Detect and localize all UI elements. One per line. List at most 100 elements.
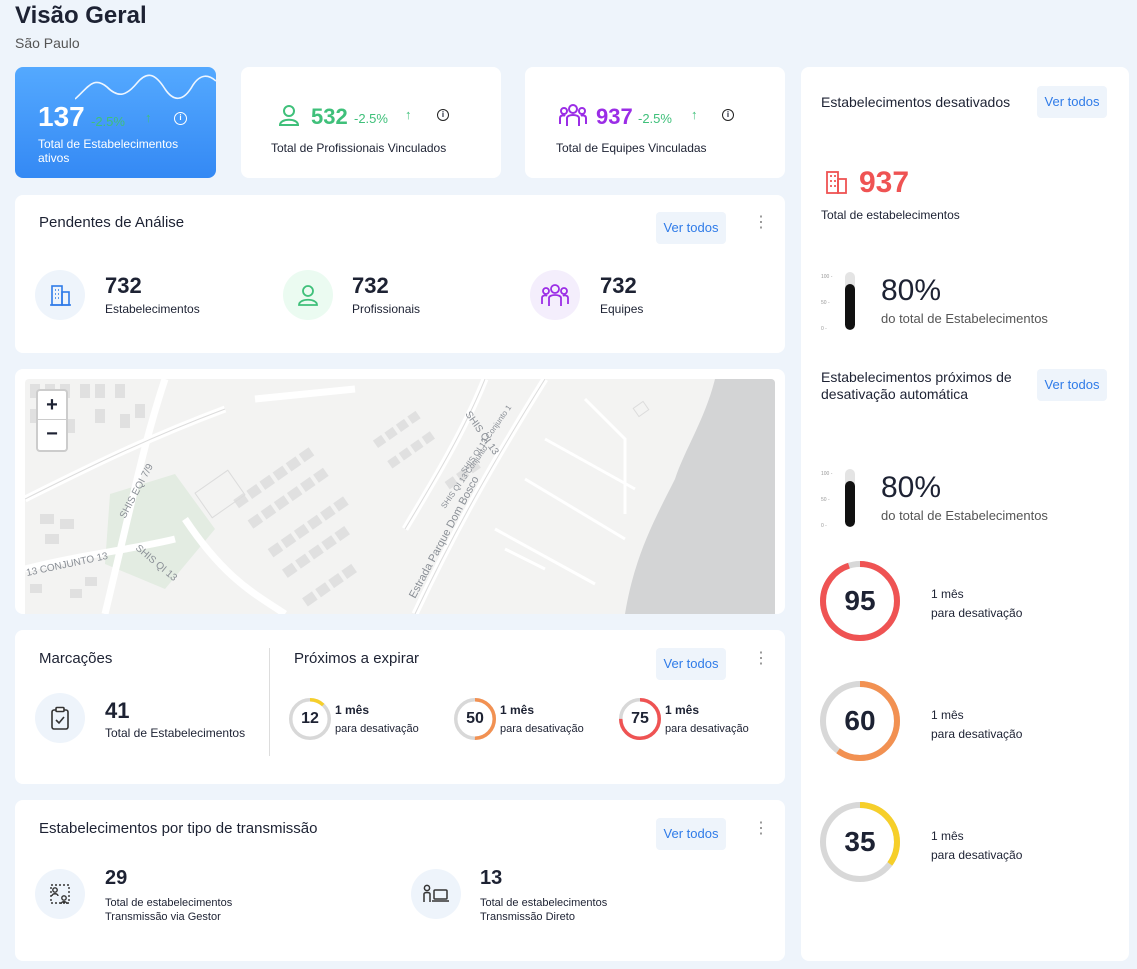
deactivation-ring-item: 95 1 mês para desativação [820,561,1110,641]
transmissao-label: Total de estabelecimentos Transmissão Di… [480,896,607,924]
stat-value: 137 [38,101,85,132]
gauge-fill [845,480,855,527]
info-icon[interactable]: i [437,109,449,121]
marcacoes-card: Marcações 41 Total de Estabelecimentos P… [15,630,785,784]
gauge-axis: 100 - 50 - 0 - [821,264,832,342]
percent-label: do total de Estabelecimentos [881,508,1048,523]
gestor-icon-circle [35,869,85,919]
ring-line2: para desativação [335,723,419,735]
stat-card-profissionais: 532 -2.5% ↑ i Total de Profissionais Vin… [241,67,501,178]
gauge-axis: 100 - 50 - 0 - [821,461,832,539]
team-icon [559,104,587,126]
building-icon-circle [35,270,85,320]
ring-value: 50 [466,710,484,727]
gauge-fill [845,283,855,330]
stat-label: Total de Estabelecimentos ativos [38,137,179,165]
chart-wave-icon [75,74,216,100]
ring-line1: 1 mês [665,703,700,717]
axis-tick: 50 - [821,300,830,306]
page-title: Visão Geral [15,2,147,29]
stat-delta: -2.5% [354,111,388,126]
ring-line1: 1 mês [335,703,370,717]
section-title: Marcações [39,650,113,667]
user-icon [278,105,300,126]
ring-line2: para desativação [500,723,584,735]
pendentes-value: 732 [352,273,389,298]
stat-delta: -2.5% [91,114,125,129]
transmissao-label: Total de estabelecimentos Transmissão vi… [105,896,232,924]
stat-card-estabelecimentos: 137 -2.5% ↑ i Total de Estabelecimentos … [15,67,216,178]
info-icon[interactable]: i [174,112,187,125]
ring-value: 60 [844,705,876,736]
stat-delta: -2.5% [638,111,672,126]
axis-tick: 0 - [821,326,827,332]
stat-value: 937 [596,104,633,129]
arrow-up-icon: ↑ [691,107,698,122]
ver-todos-button[interactable]: Ver todos [1037,369,1107,401]
ring-line2: para desativação [665,723,749,735]
info-icon[interactable]: i [722,109,734,121]
transmissao-value: 29 [105,867,128,889]
section-title: Estabelecimentos próximos de desativação… [821,369,1012,402]
zoom-in-button[interactable]: + [38,391,66,420]
pendentes-label: Equipes [600,302,644,316]
ring-line1: 1 mês [500,703,535,717]
arrow-up-icon: ↑ [145,110,152,125]
deactivation-ring-item: 35 1 mês para desativação [820,802,1110,882]
team-icon [541,284,569,306]
transmissao-card: Estabelecimentos por tipo de transmissão… [15,800,785,961]
more-options-icon[interactable]: ⋮ [753,650,769,668]
transmissao-line1: Total de estabelecimentos [480,897,608,909]
axis-tick: 100 - [821,274,833,280]
right-panel: Estabelecimentos desativados Ver todos 9… [801,67,1129,961]
zoom-out-button[interactable]: − [38,420,66,449]
ver-todos-button[interactable]: Ver todos [1037,86,1107,118]
computer-user-icon [423,884,449,902]
pendentes-value: 732 [105,273,142,298]
clipboard-check-icon [51,706,69,730]
percent-label: do total de Estabelecimentos [881,311,1048,326]
ver-todos-button[interactable]: Ver todos [656,818,726,850]
expire-item: 75 1 mês para desativação [619,698,779,740]
section-title: Estabelecimentos por tipo de transmissão [39,820,318,837]
ring-line1: 1 mês [931,829,964,843]
clipboard-icon-circle [35,693,85,743]
team-icon-circle [530,270,580,320]
user-icon-circle [283,270,333,320]
axis-tick: 100 - [821,471,833,477]
map-zoom-control: + − [36,389,68,452]
building-icon [826,171,847,194]
ver-todos-button[interactable]: Ver todos [656,648,726,680]
section-title: Pendentes de Análise [39,214,185,231]
pendentes-card: Pendentes de Análise Ver todos ⋮ 732 Est… [15,195,785,353]
deactivation-ring-item: 60 1 mês para desativação [820,681,1110,761]
section-title: Estabelecimentos desativados [821,94,1011,110]
map-card: SHIS QI 13 SHIS EQI 7/9 SHIS QI 13 13 CO… [15,369,785,614]
more-options-icon[interactable]: ⋮ [753,214,769,232]
stat-value: 532 [311,104,348,129]
ring-value: 75 [631,710,649,727]
ring-value: 35 [844,826,876,857]
gauge-track [845,469,855,527]
stat-label: Total de Equipes Vinculadas [556,141,707,155]
page-subtitle: São Paulo [15,35,80,51]
pendentes-value: 732 [600,273,637,298]
map-view[interactable]: SHIS QI 13 SHIS EQI 7/9 SHIS QI 13 13 CO… [25,379,775,614]
desativados-label: Total de estabelecimentos [821,208,960,222]
ring-line1: 1 mês [931,587,964,601]
gestor-icon [50,884,70,905]
more-options-icon[interactable]: ⋮ [753,820,769,838]
transmissao-line2: Transmissão via Gestor [105,911,221,923]
marcacoes-value: 41 [105,698,130,723]
arrow-up-icon: ↑ [405,107,412,122]
ring-line1: 1 mês [931,708,964,722]
axis-tick: 0 - [821,523,827,529]
percent-value: 80% [881,274,942,307]
ring-value: 95 [844,585,876,616]
map-graphics: SHIS QI 13 SHIS EQI 7/9 SHIS QI 13 13 CO… [25,379,775,614]
desativados-value: 937 [859,166,910,199]
computer-icon-circle [411,869,461,919]
ver-todos-button[interactable]: Ver todos [656,212,726,244]
axis-tick: 50 - [821,497,830,503]
pendentes-label: Estabelecimentos [105,302,200,316]
